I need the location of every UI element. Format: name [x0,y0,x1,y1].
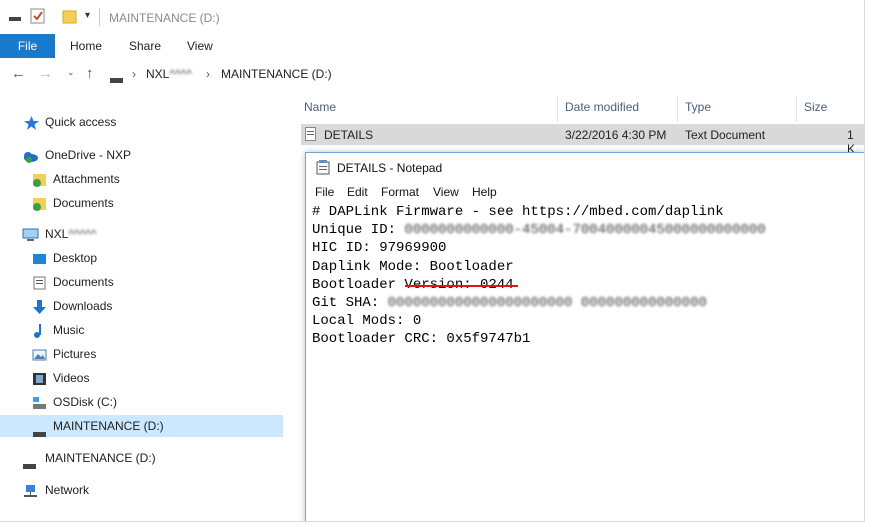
new-folder-icon[interactable] [62,8,78,27]
text-line-local-mods: Local Mods: 0 [312,313,422,330]
title-bar: ▾ MAINTENANCE (D:) [0,0,864,34]
tab-view[interactable]: View [187,34,213,58]
nav-onedrive[interactable]: OneDrive - NXP [0,144,283,166]
menu-edit[interactable]: Edit [347,185,368,199]
tab-file[interactable]: File [0,34,55,58]
text-line-bootloader-version: Bootloader Version: 0244 [312,276,514,293]
redacted-unique-id: 0000000000000-45004-70040000045000000000… [404,222,766,239]
file-name: DETAILS [324,128,374,142]
drive-icon [32,423,47,437]
menu-file[interactable]: File [315,185,334,199]
text-line-crc: Bootloader CRC: 0x5f9747b1 [312,331,531,348]
column-divider[interactable] [677,96,678,122]
address-row: ← → ⌄ ↑ › NXL^^^^ › MAINTENANCE (D:) [0,58,864,91]
drive-icon [8,9,22,26]
menu-help[interactable]: Help [472,185,497,199]
customize-toolbar-icon[interactable]: ▾ [85,10,90,21]
synced-folder-icon [32,172,47,187]
download-arrow-icon [32,299,47,314]
ribbon-tabs: File Home Share View [0,34,864,59]
nav-osdisk[interactable]: OSDisk (C:) [0,391,283,413]
text-line-mode: Daplink Mode: Bootloader [312,258,514,275]
nav-pictures[interactable]: Pictures [0,343,283,365]
network-icon [22,483,37,497]
up-arrow-icon[interactable]: ↑ [86,65,94,82]
file-date: 3/22/2016 4:30 PM [565,128,667,142]
nav-desktop[interactable]: Desktop [0,247,283,269]
nav-maintenance-selected[interactable]: MAINTENANCE (D:) [0,415,283,437]
column-divider[interactable] [796,96,797,122]
properties-icon[interactable] [30,8,46,27]
text-line-hic-id: HIC ID: 97969900 [312,240,447,257]
text-line-unique-id: Unique ID: 0000000000000-45004-700400000… [312,222,766,239]
window-title: MAINTENANCE (D:) [109,11,220,25]
documents-icon [32,275,47,290]
notepad-title: DETAILS - Notepad [337,161,443,175]
column-header-name[interactable]: Name [304,100,336,114]
version-underline-annotation [405,285,518,287]
forward-arrow-icon[interactable]: → [38,65,53,82]
nav-attachments[interactable]: Attachments [0,168,283,190]
breadcrumb-separator-icon: › [132,67,136,81]
nav-this-pc[interactable]: NXL^^^^^ [0,223,283,245]
redacted-git-sha: 0000000000000000000000 000000000000000 [387,294,707,311]
nav-documents[interactable]: Documents [0,271,283,293]
drive-icon [22,455,37,469]
nav-quick-access[interactable]: Quick access [0,111,283,133]
star-icon [24,115,39,130]
notepad-window: DETAILS - Notepad File Edit Format View … [305,152,864,521]
tab-home[interactable]: Home [70,34,102,58]
nav-music[interactable]: Music [0,319,283,341]
notepad-icon [316,160,330,178]
recent-locations-chevron-icon[interactable]: ⌄ [67,67,75,78]
breadcrumb-drive[interactable]: MAINTENANCE (D:) [221,67,332,81]
file-list: Name Date modified Type Size DETAILS 3/2… [283,92,864,156]
nav-maintenance[interactable]: MAINTENANCE (D:) [0,447,283,469]
system-drive-icon [32,395,47,409]
notepad-title-bar[interactable]: DETAILS - Notepad [306,153,864,182]
menu-view[interactable]: View [433,185,459,199]
text-line-header: # DAPLink Firmware - see https://mbed.co… [312,204,724,220]
text-file-icon [305,127,317,144]
breadcrumb-separator-icon: › [206,67,210,81]
menu-format[interactable]: Format [381,185,419,199]
explorer-window: ▾ MAINTENANCE (D:) File Home Share View … [0,0,865,522]
breadcrumb-pc[interactable]: NXL^^^^ [146,67,192,81]
drive-icon [110,73,124,87]
column-divider[interactable] [557,96,558,122]
tab-share[interactable]: Share [129,34,161,58]
desktop-icon [32,251,47,265]
breadcrumb[interactable]: › NXL^^^^ › MAINTENANCE (D:) [108,67,864,87]
nav-downloads[interactable]: Downloads [0,295,283,317]
notepad-menu-bar: File Edit Format View Help [306,183,864,203]
synced-folder-icon [32,196,47,211]
navigation-pane: Quick access OneDrive - NXP Attachments … [0,92,283,521]
file-type: Text Document [685,128,766,142]
column-header-type[interactable]: Type [685,100,711,114]
nav-onedrive-documents[interactable]: Documents [0,192,283,214]
computer-icon [22,227,39,241]
separator [99,8,100,26]
text-line-git-sha: Git SHA: 0000000000000000000000 00000000… [312,294,707,311]
nav-network[interactable]: Network [0,479,283,501]
column-header-date[interactable]: Date modified [565,100,639,114]
cloud-icon [22,148,38,163]
film-icon [32,371,47,385]
nav-videos[interactable]: Videos [0,367,283,389]
back-arrow-icon[interactable]: ← [11,65,26,82]
column-header-size[interactable]: Size [804,100,827,114]
notepad-text-area[interactable]: # DAPLink Firmware - see https://mbed.co… [312,203,860,349]
pictures-icon [32,347,47,361]
music-note-icon [32,323,47,338]
